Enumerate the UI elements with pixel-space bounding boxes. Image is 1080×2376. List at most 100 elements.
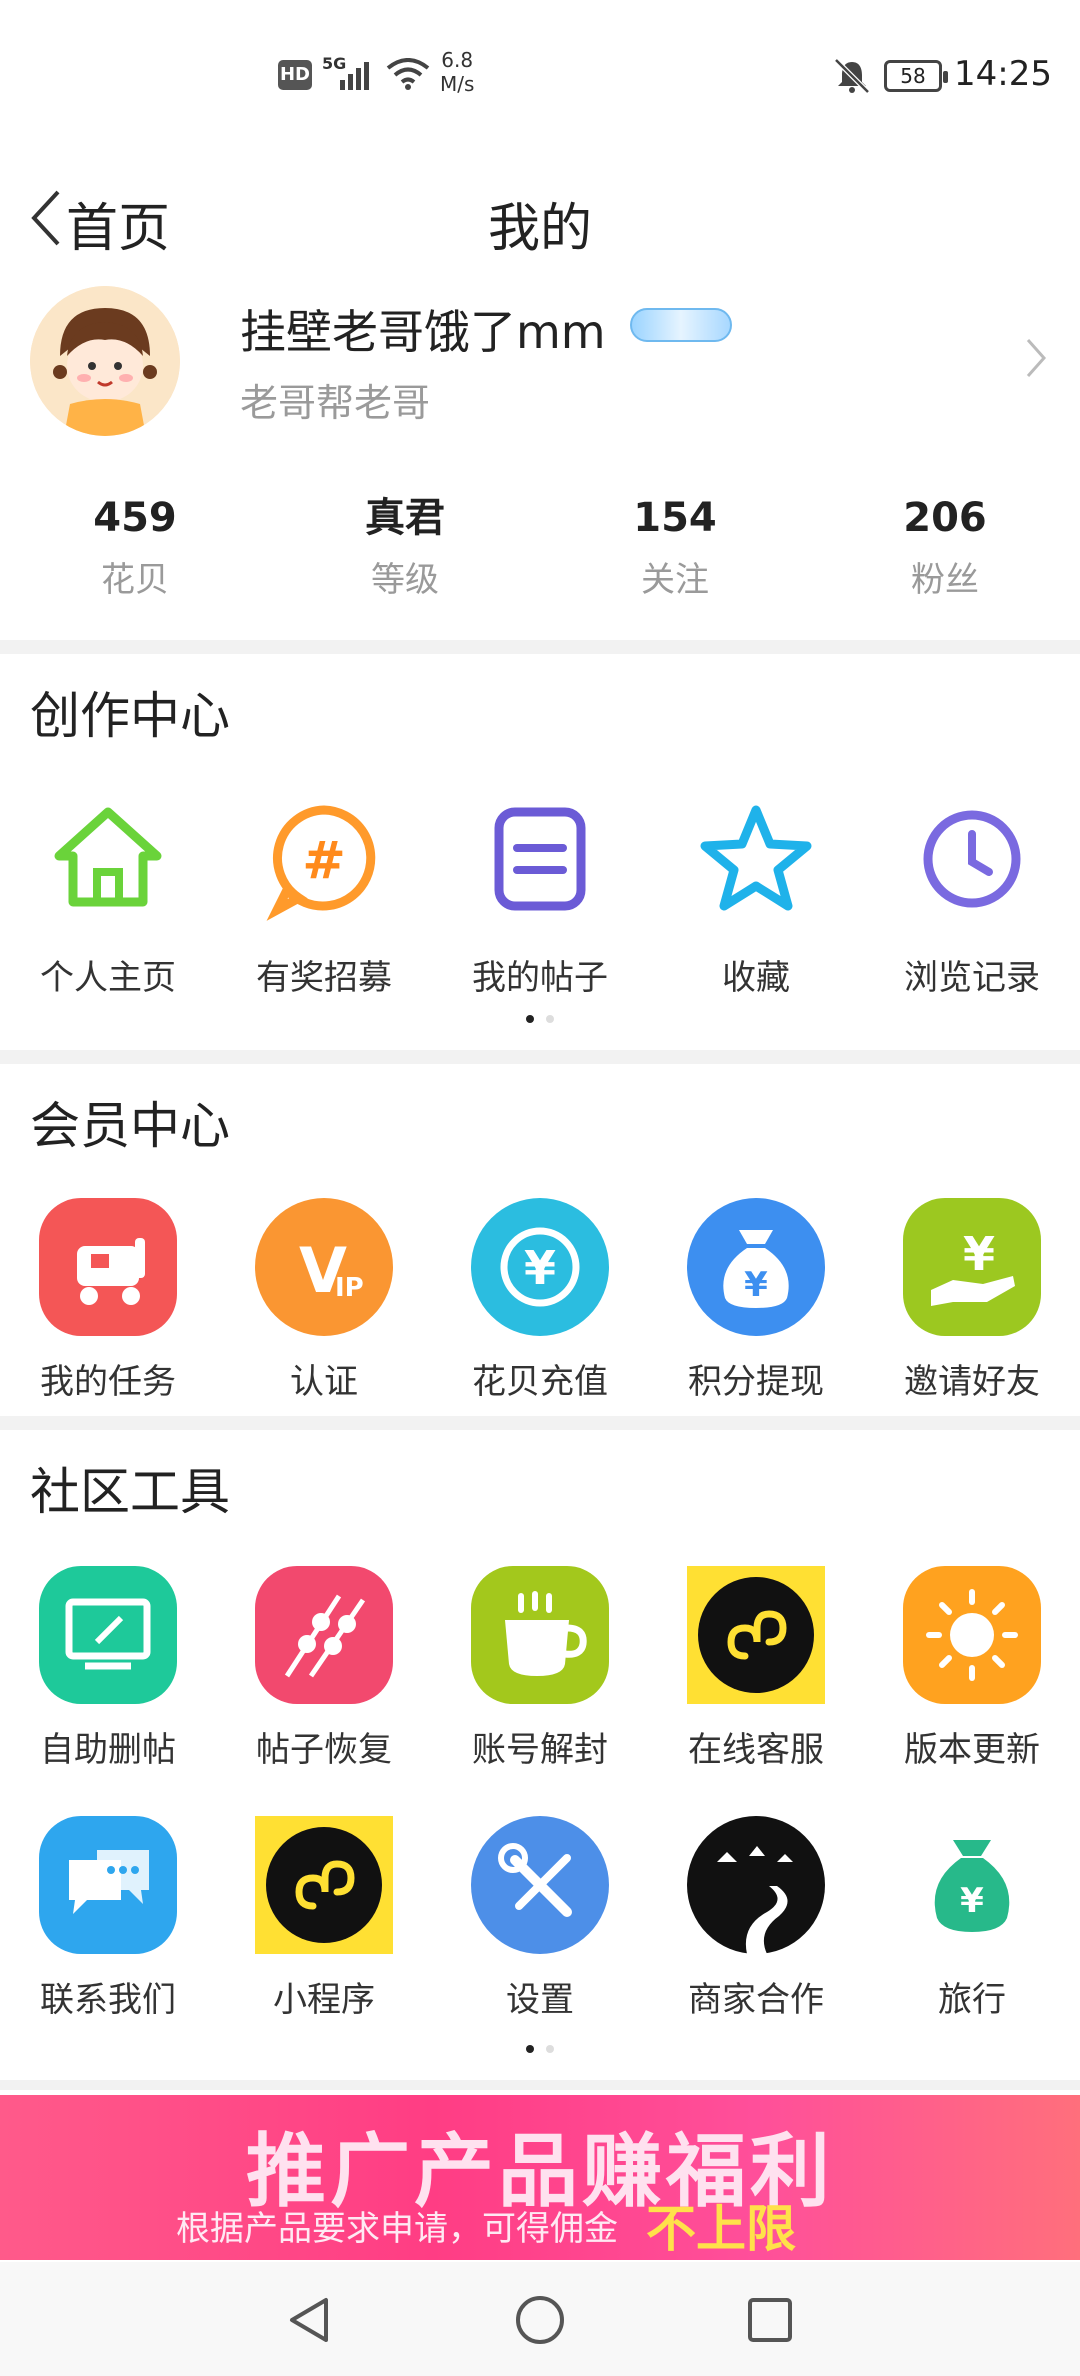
page-dot xyxy=(546,1015,554,1023)
svg-text:¥: ¥ xyxy=(524,1241,556,1295)
page-dot xyxy=(546,2045,554,2053)
grid-item-post-recovery[interactable]: 帖子恢复 xyxy=(216,1566,432,1771)
grid-label: 浏览记录 xyxy=(904,958,1040,998)
vip-icon: V IP xyxy=(255,1198,393,1336)
grid-item-favorites[interactable]: 收藏 xyxy=(648,790,864,999)
grid-item-mini-program[interactable]: 小程序 xyxy=(216,1816,432,2021)
home-icon xyxy=(54,807,162,907)
header: 首页 我的 xyxy=(0,150,1080,290)
stat-value: 154 xyxy=(633,495,717,541)
stat-label: 花贝 xyxy=(101,560,169,600)
grid-item-recharge[interactable]: ¥ 花贝充值 xyxy=(432,1198,648,1403)
grid-label: 联系我们 xyxy=(40,1980,176,2020)
clock: 14:25 xyxy=(954,54,1052,94)
signal-icon xyxy=(340,62,369,90)
level-badge-icon xyxy=(630,308,732,342)
grid-label: 我的帖子 xyxy=(472,958,608,998)
grid-label: 自助删帖 xyxy=(40,1730,176,1770)
grid-item-self-delete[interactable]: 自助删帖 xyxy=(0,1566,216,1771)
profile-card[interactable]: 挂壁老哥饿了mm 老哥帮老哥 xyxy=(0,280,1080,450)
page-title: 我的 xyxy=(487,199,592,259)
grid-item-history[interactable]: 浏览记录 xyxy=(864,790,1080,999)
wrench-icon xyxy=(471,1816,609,1954)
battery-indicator: 58 xyxy=(884,60,948,92)
skewer-icon xyxy=(255,1566,393,1704)
pager-dots xyxy=(0,1008,1080,1027)
grid-item-contact-us[interactable]: 联系我们 xyxy=(0,1816,216,2021)
stat-value: 206 xyxy=(903,495,987,541)
grid-label: 旅行 xyxy=(938,1980,1006,2020)
user-signature: 老哥帮老哥 xyxy=(240,381,431,425)
hd-badge: HD xyxy=(278,60,312,90)
grid-label: 账号解封 xyxy=(472,1730,608,1770)
grid-label: 认证 xyxy=(290,1362,358,1402)
money-bag-icon: ¥ xyxy=(687,1198,825,1336)
grid-item-my-posts[interactable]: 我的帖子 xyxy=(432,790,648,999)
grid-item-invite[interactable]: ¥ 邀请好友 xyxy=(864,1198,1080,1403)
grid-label: 个人主页 xyxy=(40,958,176,998)
grid-label: 收藏 xyxy=(722,958,790,998)
grid-item-account-unblock[interactable]: 账号解封 xyxy=(432,1566,648,1771)
grid-item-withdraw[interactable]: ¥ 积分提现 xyxy=(648,1198,864,1403)
recharge-icon: ¥ xyxy=(471,1198,609,1336)
coffee-icon xyxy=(471,1566,609,1704)
svg-text:#: # xyxy=(302,831,346,891)
grid-item-personal-home[interactable]: 个人主页 xyxy=(0,790,216,999)
grid-item-recruit[interactable]: # 有奖招募 xyxy=(216,790,432,999)
grid-label: 我的任务 xyxy=(40,1362,176,1402)
chevron-right-icon[interactable] xyxy=(1024,336,1048,380)
svg-text:¥: ¥ xyxy=(744,1265,768,1305)
creation-center-title: 创作中心 xyxy=(30,687,230,745)
section-divider xyxy=(0,1416,1080,1430)
system-nav-bar xyxy=(0,2262,1080,2376)
grid-label: 设置 xyxy=(506,1980,574,2020)
recent-apps-icon[interactable] xyxy=(740,2290,800,2350)
community-tools-title: 社区工具 xyxy=(30,1463,230,1521)
stat-followers[interactable]: 206 粉丝 xyxy=(845,490,1045,601)
stat-level[interactable]: 真君 等级 xyxy=(305,490,505,601)
sun-icon xyxy=(903,1566,1041,1704)
girl-avatar-icon xyxy=(30,286,180,436)
grid-item-my-tasks[interactable]: 我的任务 xyxy=(0,1198,216,1403)
stat-huabei[interactable]: 459 花贝 xyxy=(35,490,235,601)
grid-label: 在线客服 xyxy=(688,1730,824,1770)
back-triangle-icon[interactable] xyxy=(280,2290,340,2350)
username: 挂壁老哥饿了mm xyxy=(240,305,606,359)
stat-label: 粉丝 xyxy=(911,560,979,600)
stats-row: 459 花贝 真君 等级 154 关注 206 粉丝 xyxy=(0,490,1080,620)
road-icon xyxy=(687,1816,825,1954)
grid-label: 商家合作 xyxy=(688,1980,824,2020)
svg-text:¥: ¥ xyxy=(963,1227,995,1281)
promo-banner[interactable]: 推广产品赚福利 根据产品要求申请，可得佣金 不上限 xyxy=(0,2095,1080,2260)
stat-following[interactable]: 154 关注 xyxy=(575,490,775,601)
grid-label: 邀请好友 xyxy=(904,1362,1040,1402)
grid-item-verify[interactable]: V IP 认证 xyxy=(216,1198,432,1403)
star-icon xyxy=(700,805,812,911)
stat-label: 关注 xyxy=(641,560,709,600)
network-speed: 6.8 M/s xyxy=(440,48,474,96)
svg-text:IP: IP xyxy=(335,1273,364,1303)
page-dot xyxy=(526,2045,534,2053)
speed-value: 6.8 xyxy=(441,48,474,72)
hashtag-icon: # xyxy=(266,805,376,921)
monitor-icon xyxy=(39,1566,177,1704)
avatar[interactable] xyxy=(30,286,180,436)
grid-item-travel[interactable]: ¥ 旅行 xyxy=(864,1816,1080,2021)
grid-item-settings[interactable]: 设置 xyxy=(432,1816,648,2021)
grid-item-version-update[interactable]: 版本更新 xyxy=(864,1566,1080,1771)
grid-label: 积分提现 xyxy=(688,1362,824,1402)
section-divider xyxy=(0,2080,1080,2090)
section-divider xyxy=(0,1050,1080,1064)
stat-value: 459 xyxy=(93,495,177,541)
grid-label: 版本更新 xyxy=(904,1730,1040,1770)
home-circle-icon[interactable] xyxy=(510,2290,570,2350)
grid-item-online-service[interactable]: 在线客服 xyxy=(648,1566,864,1771)
invite-icon: ¥ xyxy=(903,1198,1041,1336)
grid-item-business[interactable]: 商家合作 xyxy=(648,1816,864,2021)
mini-program-icon xyxy=(255,1816,393,1954)
banner-highlight: 不上限 xyxy=(646,2200,796,2258)
section-divider xyxy=(0,640,1080,654)
speed-unit: M/s xyxy=(440,72,475,96)
task-icon xyxy=(39,1198,177,1336)
svg-text:¥: ¥ xyxy=(960,1881,984,1921)
